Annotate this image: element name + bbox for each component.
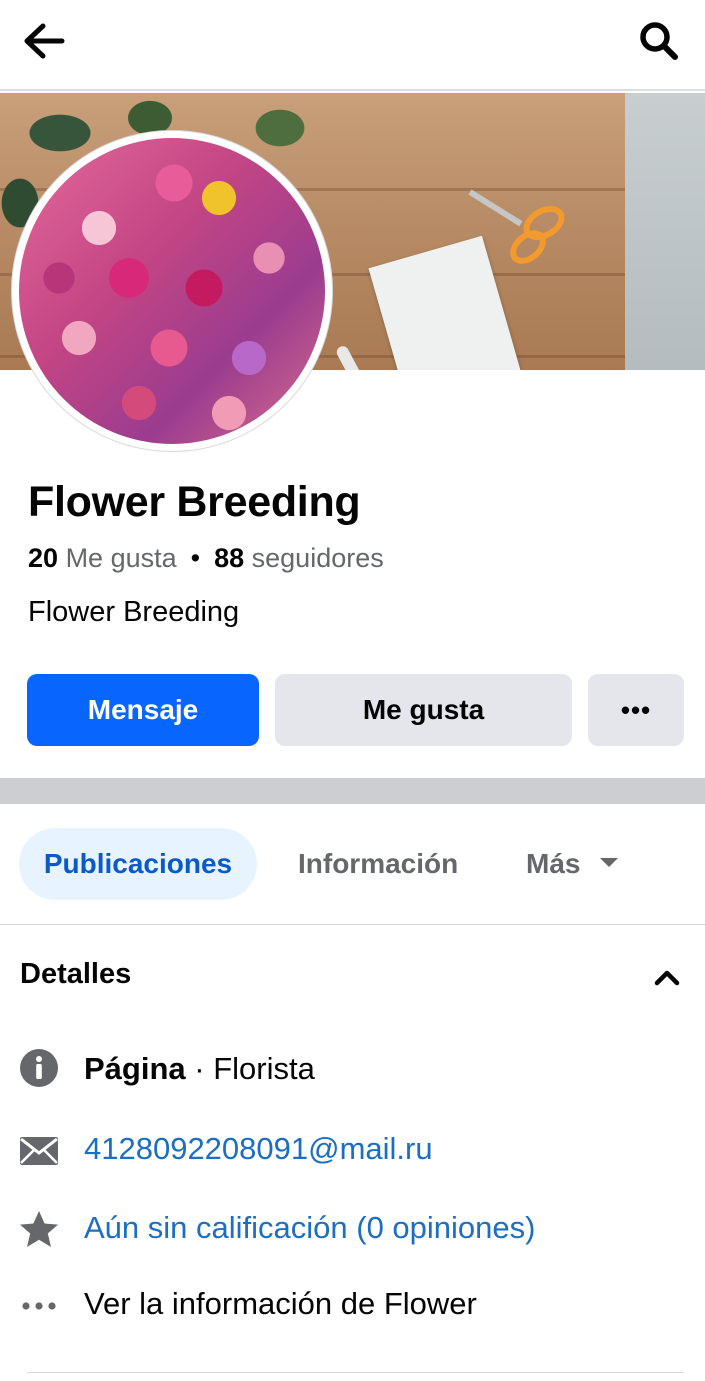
envelope-icon [18, 1130, 60, 1172]
like-button[interactable]: Me gusta [275, 674, 572, 746]
detail-row-page-type: Página · Florista [0, 1045, 705, 1095]
tab-mas[interactable]: Más [526, 828, 619, 900]
details-heading: Detalles [20, 958, 132, 990]
profile-avatar[interactable] [11, 130, 333, 452]
back-button[interactable] [18, 18, 68, 64]
details-bottom-divider [27, 1372, 684, 1373]
caret-down-icon [600, 857, 619, 867]
followers-label: seguidores [251, 543, 384, 573]
avatar-image [19, 138, 325, 444]
see-more-info-link[interactable]: Ver la información de Flower [84, 1286, 477, 1322]
page-category: Flower Breeding [28, 596, 240, 628]
info-icon [18, 1047, 60, 1089]
star-icon [18, 1208, 60, 1250]
tab-informacion[interactable]: Información [298, 828, 458, 900]
search-button[interactable] [634, 16, 684, 66]
detail-row-rating: Aún sin calificación (0 opiniones) [0, 1205, 705, 1255]
search-icon [640, 22, 678, 60]
more-options-icon: ••• [620, 694, 652, 725]
more-dots-icon [18, 1285, 60, 1327]
cover-right-panel [625, 93, 705, 370]
email-link[interactable]: 4128092208091@mail.ru [84, 1131, 433, 1167]
top-bar [0, 0, 705, 91]
tab-publicaciones[interactable]: Publicaciones [19, 828, 257, 900]
cover-card [368, 235, 526, 370]
rating-link[interactable]: Aún sin calificación (0 opiniones) [84, 1210, 535, 1246]
cover-scissor-blade [468, 189, 523, 227]
tabs-divider [0, 924, 705, 925]
detail-row-email: 4128092208091@mail.ru [0, 1126, 705, 1176]
tab-mas-label: Más [526, 848, 581, 879]
more-options-button[interactable]: ••• [588, 674, 684, 746]
stats-separator: • [190, 543, 201, 573]
page-stats: 20 Me gusta • 88 seguidores [28, 543, 384, 574]
section-divider [0, 778, 705, 804]
collapse-details-button[interactable] [650, 962, 684, 992]
chevron-up-icon [654, 970, 680, 986]
likes-count: 20 [28, 543, 59, 573]
detail-row-see-more[interactable]: Ver la información de Flower [0, 1281, 705, 1331]
message-button[interactable]: Mensaje [27, 674, 259, 746]
arrow-left-icon [24, 23, 65, 59]
likes-label: Me gusta [65, 543, 177, 573]
page-title: Flower Breeding [28, 478, 361, 526]
page-type-text: Página · Florista [84, 1051, 315, 1087]
page-type-value: · Florista [185, 1051, 315, 1086]
followers-count: 88 [214, 543, 245, 573]
page-type-label: Página [84, 1051, 186, 1086]
